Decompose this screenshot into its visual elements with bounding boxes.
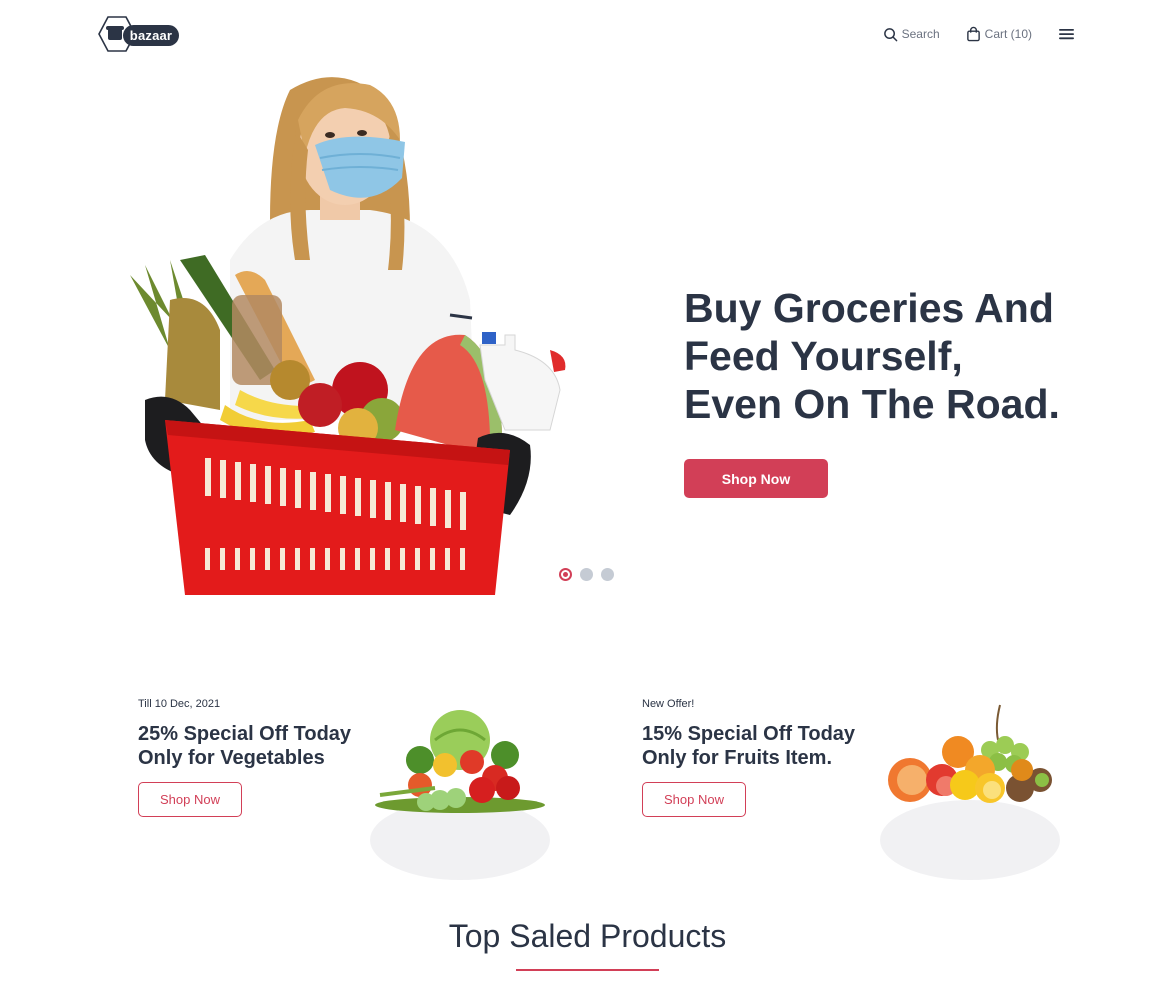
carousel-dots — [559, 568, 614, 581]
carousel-dot-2[interactable] — [580, 568, 593, 581]
brand-name: bazaar — [123, 25, 179, 46]
offer-card-fruits: New Offer! 15% Special Off Today Only fo… — [642, 690, 1112, 890]
brand-logo[interactable]: bazaar — [97, 15, 183, 53]
fruits-image — [880, 704, 1060, 880]
hero-shop-now-button[interactable]: Shop Now — [684, 459, 828, 498]
hero-image-woman-with-grocery-basket — [130, 77, 566, 595]
shopping-bag-icon — [966, 26, 980, 42]
offer-card-vegetables: Till 10 Dec, 2021 25% Special Off Today … — [138, 690, 608, 890]
offer-shop-now-button[interactable]: Shop Now — [642, 782, 746, 817]
cart-button[interactable]: Cart (10) — [966, 26, 1032, 42]
hamburger-menu-icon — [1059, 29, 1074, 40]
offer-title: 15% Special Off Today Only for Fruits It… — [642, 723, 856, 769]
carousel-dot-3[interactable] — [601, 568, 614, 581]
cart-label: Cart (10) — [984, 27, 1032, 41]
offer-tag: Till 10 Dec, 2021 — [138, 698, 221, 710]
search-button[interactable]: Search — [883, 27, 940, 42]
offer-title: 25% Special Off Today Only for Vegetable… — [138, 723, 352, 769]
site-header: bazaar Search Cart (10) — [0, 0, 1175, 68]
offer-shop-now-button[interactable]: Shop Now — [138, 782, 242, 817]
carousel-dot-1[interactable] — [559, 568, 572, 581]
header-nav: Search Cart (10) — [883, 23, 1075, 45]
section-title-underline — [516, 969, 659, 971]
menu-button[interactable] — [1058, 27, 1075, 41]
search-label: Search — [901, 27, 940, 41]
vegetables-image — [370, 710, 550, 880]
search-icon — [883, 27, 897, 41]
hero-carousel: Buy Groceries And Feed Yourself, Even On… — [0, 60, 1175, 600]
hero-title: Buy Groceries And Feed Yourself, Even On… — [684, 285, 1060, 427]
section-title-top-saled-products: Top Saled Products — [448, 918, 727, 954]
offer-tag: New Offer! — [642, 698, 695, 710]
